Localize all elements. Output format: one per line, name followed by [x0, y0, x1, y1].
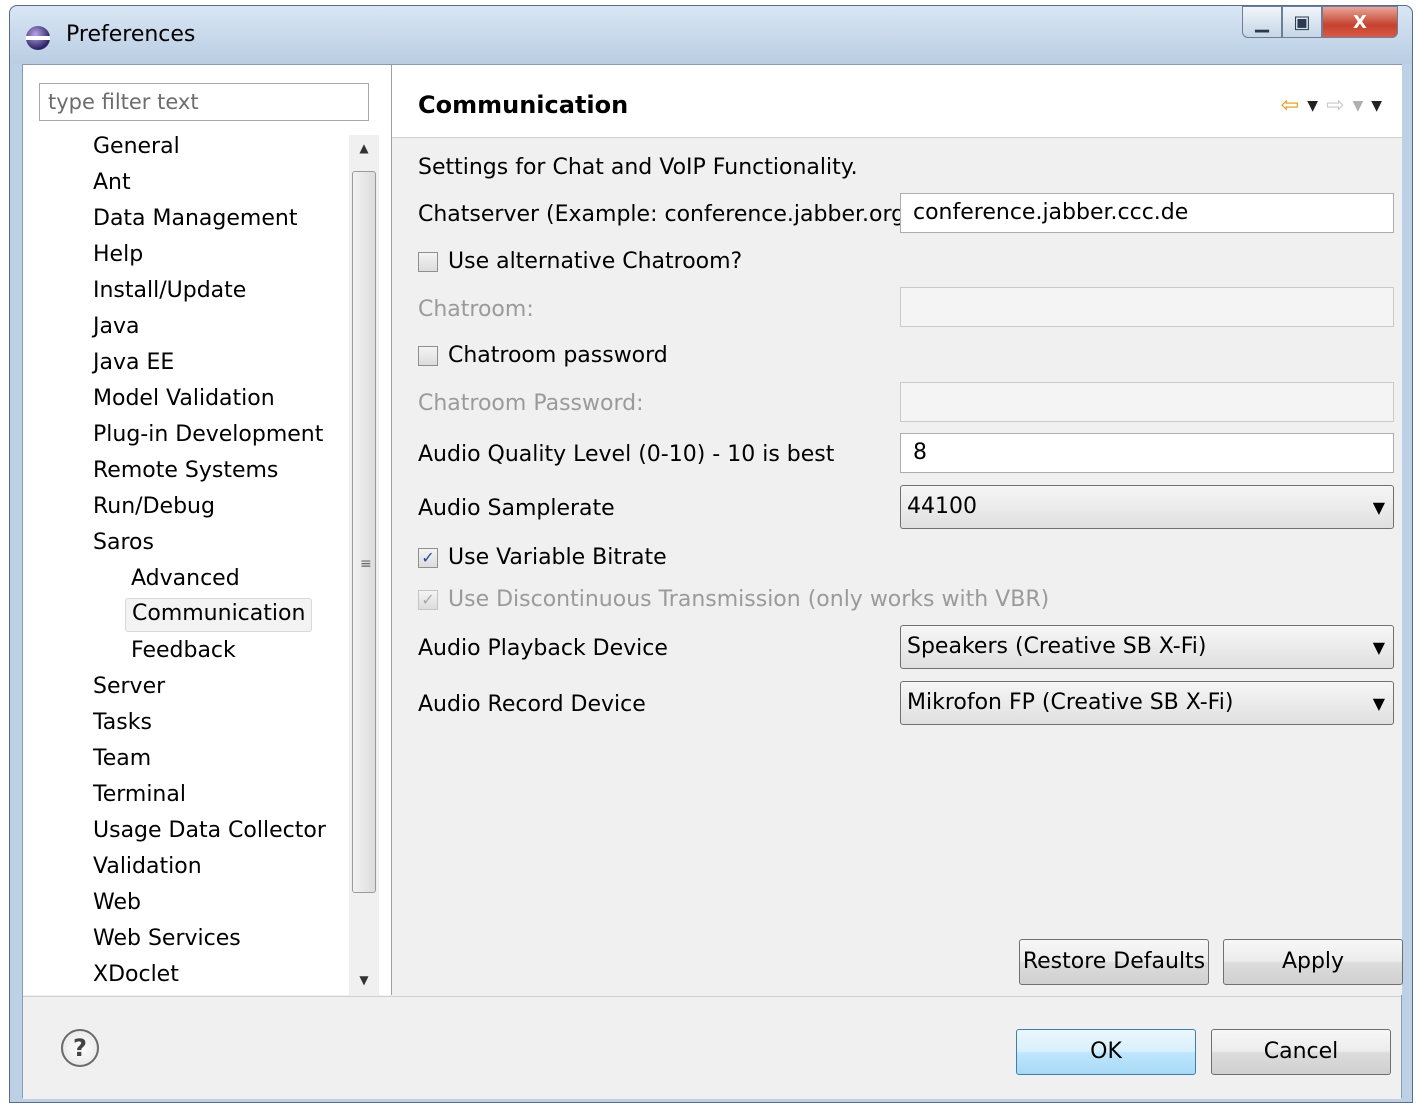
page-header: Communication ⇦ ▼ ⇨ ▼ ▼ — [392, 65, 1402, 138]
eclipse-icon — [26, 26, 50, 50]
tree-item-tasks[interactable]: Tasks — [87, 707, 158, 739]
chevron-down-icon[interactable]: ▼ — [1373, 688, 1385, 720]
tree-item-install-update[interactable]: Install/Update — [87, 275, 252, 307]
maximize-button[interactable]: ▣ — [1282, 6, 1322, 38]
scroll-up-icon[interactable]: ▲ — [349, 135, 379, 161]
samplerate-select[interactable]: 44100 ▼ — [900, 485, 1394, 529]
tree-item-advanced[interactable]: Advanced — [125, 563, 246, 595]
grip-icon: ≡ — [360, 556, 372, 572]
record-device-label: Audio Record Device — [418, 692, 646, 717]
alt-chatroom-checkbox[interactable]: Use alternative Chatroom? — [418, 249, 742, 274]
chatroom-password-checkbox[interactable]: Chatroom password — [418, 343, 668, 368]
tree-item-plug-in-development[interactable]: Plug-in Development — [87, 419, 329, 451]
ok-button[interactable]: OK — [1016, 1029, 1196, 1075]
chatroom-password-input[interactable] — [900, 382, 1394, 422]
record-device-value: Mikrofon FP (Creative SB X-Fi) — [907, 690, 1234, 715]
vbr-checkbox[interactable]: ✓ Use Variable Bitrate — [418, 545, 667, 570]
tree-item-web-services[interactable]: Web Services — [87, 923, 247, 955]
forward-history-dropdown-icon[interactable]: ▼ — [1352, 98, 1363, 114]
close-button[interactable]: X — [1322, 6, 1398, 38]
tree-scrollbar[interactable]: ▲ ≡ ▼ — [349, 135, 379, 995]
playback-device-value: Speakers (Creative SB X-Fi) — [907, 634, 1207, 659]
tree-item-java-ee[interactable]: Java EE — [87, 347, 180, 379]
chevron-down-icon[interactable]: ▼ — [1373, 632, 1385, 664]
playback-device-label: Audio Playback Device — [418, 636, 668, 661]
audio-quality-label: Audio Quality Level (0-10) - 10 is best — [418, 442, 835, 467]
cancel-button[interactable]: Cancel — [1211, 1029, 1391, 1075]
dtx-checkbox[interactable]: ✓ Use Discontinuous Transmission (only w… — [418, 587, 1049, 612]
tree-item-terminal[interactable]: Terminal — [87, 779, 192, 811]
window-title: Preferences — [66, 22, 196, 47]
chatserver-input[interactable]: conference.jabber.ccc.de — [900, 193, 1394, 233]
dtx-label: Use Discontinuous Transmission (only wor… — [448, 587, 1050, 612]
checkbox-checked-disabled-icon[interactable]: ✓ — [418, 589, 438, 610]
tree-item-java[interactable]: Java — [87, 311, 145, 343]
help-icon[interactable]: ? — [61, 1029, 99, 1067]
minimize-icon: ▁ — [1255, 11, 1269, 33]
chevron-down-icon[interactable]: ▼ — [1373, 492, 1385, 524]
record-device-select[interactable]: Mikrofon FP (Creative SB X-Fi) ▼ — [900, 681, 1394, 725]
tree-item-team[interactable]: Team — [87, 743, 157, 775]
restore-defaults-button[interactable]: Restore Defaults — [1019, 939, 1209, 985]
tree-item-data-management[interactable]: Data Management — [87, 203, 303, 235]
dialog-button-bar: ? OK Cancel — [23, 996, 1401, 1099]
checkbox-unchecked-icon[interactable] — [418, 345, 438, 366]
chatroom-label: Chatroom: — [418, 297, 534, 322]
back-history-dropdown-icon[interactable]: ▼ — [1307, 98, 1318, 114]
minimize-button[interactable]: ▁ — [1242, 6, 1282, 38]
checkbox-checked-icon[interactable]: ✓ — [418, 547, 438, 568]
preferences-window: Preferences ▁ ▣ X General Ant Data Manag… — [9, 5, 1413, 1103]
preference-tree-panel: General Ant Data Management Help Install… — [23, 65, 392, 995]
title-bar[interactable]: Preferences ▁ ▣ X — [10, 6, 1412, 64]
tree-item-model-validation[interactable]: Model Validation — [87, 383, 281, 415]
tree-item-remote-systems[interactable]: Remote Systems — [87, 455, 284, 487]
checkbox-unchecked-icon[interactable] — [418, 251, 438, 272]
close-icon: X — [1353, 11, 1367, 33]
apply-button[interactable]: Apply — [1223, 939, 1403, 985]
window-controls: ▁ ▣ X — [1242, 6, 1398, 38]
playback-device-select[interactable]: Speakers (Creative SB X-Fi) ▼ — [900, 625, 1394, 669]
page-description: Settings for Chat and VoIP Functionality… — [418, 155, 858, 180]
tree-item-xdoclet[interactable]: XDoclet — [87, 959, 185, 991]
audio-quality-input[interactable]: 8 — [900, 433, 1394, 473]
scrollbar-thumb[interactable]: ≡ — [352, 171, 376, 893]
view-menu-icon[interactable]: ▼ — [1371, 98, 1382, 114]
back-arrow-icon[interactable]: ⇦ — [1281, 93, 1299, 118]
tree-item-server[interactable]: Server — [87, 671, 171, 703]
alt-chatroom-label: Use alternative Chatroom? — [448, 249, 743, 274]
scroll-down-icon[interactable]: ▼ — [349, 967, 379, 993]
maximize-icon: ▣ — [1293, 11, 1311, 33]
tree-item-ant[interactable]: Ant — [87, 167, 137, 199]
chatserver-label: Chatserver (Example: conference.jabber.o… — [418, 202, 914, 227]
tree-item-run-debug[interactable]: Run/Debug — [87, 491, 221, 523]
vbr-label: Use Variable Bitrate — [448, 545, 667, 570]
samplerate-value: 44100 — [907, 494, 977, 519]
tree-item-usage-data-collector[interactable]: Usage Data Collector — [87, 815, 332, 847]
page-navigation: ⇦ ▼ ⇨ ▼ ▼ — [1281, 93, 1382, 118]
tree-item-validation[interactable]: Validation — [87, 851, 208, 883]
tree-item-web[interactable]: Web — [87, 887, 147, 919]
dialog-client-area: General Ant Data Management Help Install… — [22, 64, 1403, 1099]
preference-page: Communication ⇦ ▼ ⇨ ▼ ▼ Settings for Cha… — [392, 65, 1403, 995]
tree-item-communication[interactable]: Communication — [125, 598, 313, 632]
samplerate-label: Audio Samplerate — [418, 496, 615, 521]
tree-item-saros[interactable]: Saros — [87, 527, 160, 559]
tree-item-general[interactable]: General — [87, 131, 186, 163]
page-title: Communication — [418, 91, 629, 119]
chatroom-input[interactable] — [900, 287, 1394, 327]
tree-item-help[interactable]: Help — [87, 239, 149, 271]
filter-input[interactable] — [39, 83, 369, 121]
tree-item-feedback[interactable]: Feedback — [125, 635, 242, 667]
chatroom-password-check-label: Chatroom password — [448, 343, 668, 368]
forward-arrow-icon[interactable]: ⇨ — [1326, 93, 1344, 118]
chatroom-password-label: Chatroom Password: — [418, 391, 644, 416]
